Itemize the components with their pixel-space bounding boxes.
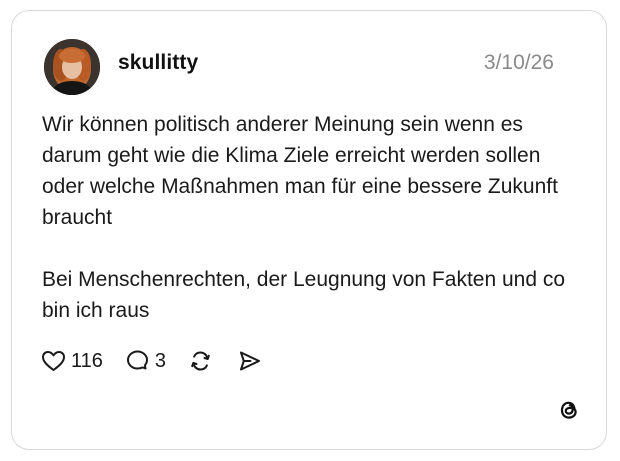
post-paragraph: Bei Menschenrechten, der Leugnung von Fa… (42, 268, 566, 322)
avatar-image (44, 39, 100, 95)
avatar[interactable] (44, 39, 100, 95)
like-count: 116 (71, 349, 103, 372)
speech-bubble-icon (125, 349, 150, 373)
post-actions: 116 3 (41, 346, 262, 376)
post-date: 3/10/26 (483, 51, 554, 74)
username[interactable]: skullitty (118, 51, 198, 75)
threads-logo-icon (556, 397, 582, 423)
post-paragraph: Wir können politisch anderer Meinung sei… (42, 113, 558, 229)
heart-icon (41, 349, 66, 373)
like-button[interactable]: 116 (41, 349, 103, 373)
repost-button[interactable] (188, 349, 213, 373)
repost-icon (188, 349, 213, 373)
post-text: Wir können politisch anderer Meinung sei… (42, 109, 582, 326)
post-card: skullitty 3/10/26 Wir können politisch a… (11, 10, 607, 450)
share-button[interactable] (237, 349, 262, 373)
reply-count: 3 (154, 349, 167, 372)
reply-button[interactable]: 3 (125, 349, 166, 373)
send-icon (237, 349, 262, 373)
